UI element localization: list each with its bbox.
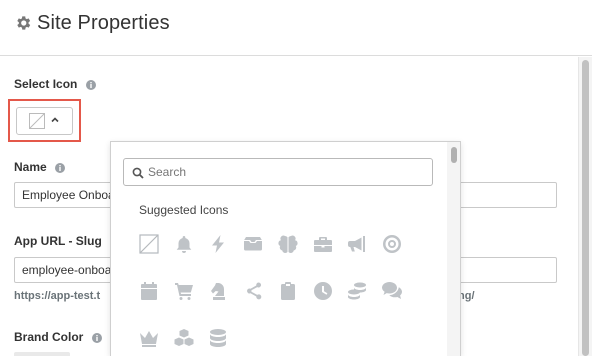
gear-icon — [17, 16, 31, 30]
chevron-up-icon — [51, 117, 59, 123]
no-icon-icon[interactable] — [138, 233, 160, 255]
crown-icon[interactable] — [138, 327, 160, 349]
slug-label: App URL - Slug — [14, 234, 121, 248]
target-icon[interactable] — [381, 233, 403, 255]
brand-color-swatch[interactable] — [14, 352, 70, 356]
page-scrollbar[interactable] — [578, 57, 592, 356]
brain-icon[interactable] — [277, 233, 299, 255]
info-icon[interactable] — [55, 162, 66, 173]
clock-icon[interactable] — [312, 280, 334, 302]
clipboard-icon[interactable] — [277, 280, 299, 302]
dropdown-scrollbar[interactable] — [447, 142, 460, 356]
briefcase-icon[interactable] — [312, 233, 334, 255]
page-title: Site Properties — [37, 12, 170, 34]
select-icon-label: Select Icon — [14, 77, 96, 91]
slug-url-hint: https://app-test.t — [14, 290, 101, 302]
inbox-icon[interactable] — [242, 233, 264, 255]
no-icon-icon — [29, 113, 45, 129]
select-icon-label-text: Select Icon — [14, 77, 78, 91]
search-icon — [132, 167, 144, 179]
info-icon[interactable] — [91, 332, 102, 343]
cubes-icon[interactable] — [173, 327, 195, 349]
brand-color-label: Brand Color — [14, 330, 102, 344]
cart-icon[interactable] — [173, 280, 195, 302]
megaphone-icon[interactable] — [346, 233, 368, 255]
name-label: Name — [14, 160, 66, 174]
bolt-icon[interactable] — [207, 233, 229, 255]
dropdown-scrollbar-thumb[interactable] — [451, 147, 457, 163]
icon-search-box[interactable] — [123, 158, 433, 186]
bell-icon[interactable] — [173, 233, 195, 255]
suggested-icons-heading: Suggested Icons — [139, 203, 229, 217]
info-icon[interactable] — [85, 79, 96, 90]
coins-icon[interactable] — [346, 280, 368, 302]
icon-picker-highlight — [8, 99, 81, 142]
database-icon[interactable] — [207, 327, 229, 349]
slug-label-text: App URL - Slug — [14, 234, 102, 248]
brand-color-label-text: Brand Color — [14, 330, 84, 344]
icon-picker-button[interactable] — [16, 107, 73, 135]
page-scrollbar-thumb[interactable] — [582, 60, 589, 356]
chess-knight-icon[interactable] — [207, 280, 229, 302]
comments-icon[interactable] — [381, 280, 403, 302]
share-nodes-icon[interactable] — [242, 280, 264, 302]
icon-dropdown: Suggested Icons — [110, 141, 461, 356]
calendar-check-icon[interactable] — [138, 280, 160, 302]
icon-search-input[interactable] — [148, 162, 428, 182]
name-label-text: Name — [14, 160, 47, 174]
header: Site Properties — [0, 0, 592, 56]
